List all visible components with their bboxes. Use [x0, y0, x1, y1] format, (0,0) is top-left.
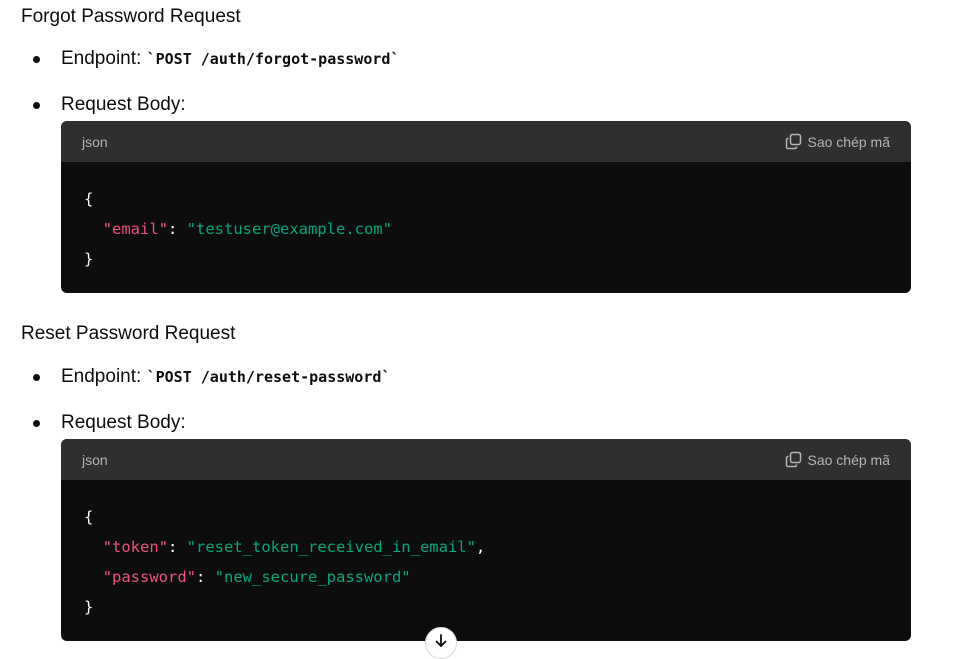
request-body-label: Request Body: [61, 94, 186, 115]
json-separator: : [168, 538, 187, 556]
copy-icon [785, 451, 802, 468]
json-close-brace: } [84, 250, 94, 268]
code-block: json Sao chép mã { "token": "reset_token… [61, 439, 911, 641]
json-open-brace: { [84, 508, 94, 526]
json-separator: : [168, 220, 187, 238]
json-trailing-comma: , [475, 538, 486, 556]
endpoint-item: Endpoint: `POST /auth/reset-password` [61, 364, 390, 390]
endpoint-label: Endpoint: [61, 48, 142, 69]
section-title: Forgot Password Request [21, 6, 241, 27]
endpoint-label: Endpoint: [61, 366, 142, 387]
json-open-brace: { [84, 190, 94, 208]
list-bullet [33, 102, 40, 109]
list-bullet [33, 420, 40, 427]
json-close-brace: } [84, 598, 94, 616]
endpoint-item: Endpoint: `POST /auth/forgot-password` [61, 46, 399, 72]
scroll-to-bottom-button[interactable] [425, 627, 457, 659]
copy-code-label: Sao chép mã [807, 451, 891, 468]
code-content: { "token": "reset_token_received_in_emai… [61, 480, 911, 636]
json-key: "password" [102, 568, 196, 586]
arrow-down-icon [433, 633, 449, 654]
copy-icon [785, 133, 802, 150]
code-language-label: json [82, 133, 108, 150]
request-body-label: Request Body: [61, 412, 186, 433]
json-separator: : [196, 568, 215, 586]
json-string-value: "new_secure_password" [214, 568, 411, 586]
json-key: "email" [102, 220, 168, 238]
json-string-value: "testuser@example.com" [186, 220, 392, 238]
endpoint-code: `POST /auth/reset-password` [146, 368, 391, 386]
list-bullet [33, 374, 40, 381]
code-block-header: json Sao chép mã [61, 439, 911, 480]
copy-code-button[interactable]: Sao chép mã [785, 133, 891, 150]
code-block: json Sao chép mã { "email": "testuser@ex… [61, 121, 911, 293]
copy-code-label: Sao chép mã [807, 133, 891, 150]
copy-code-button[interactable]: Sao chép mã [785, 451, 891, 468]
code-language-label: json [82, 451, 108, 468]
endpoint-code: `POST /auth/forgot-password` [146, 50, 400, 68]
json-string-value: "reset_token_received_in_email" [186, 538, 476, 556]
code-content: { "email": "testuser@example.com" } [61, 162, 911, 288]
code-block-header: json Sao chép mã [61, 121, 911, 162]
section-title: Reset Password Request [21, 323, 236, 344]
json-key: "token" [102, 538, 168, 556]
list-bullet [33, 56, 40, 63]
